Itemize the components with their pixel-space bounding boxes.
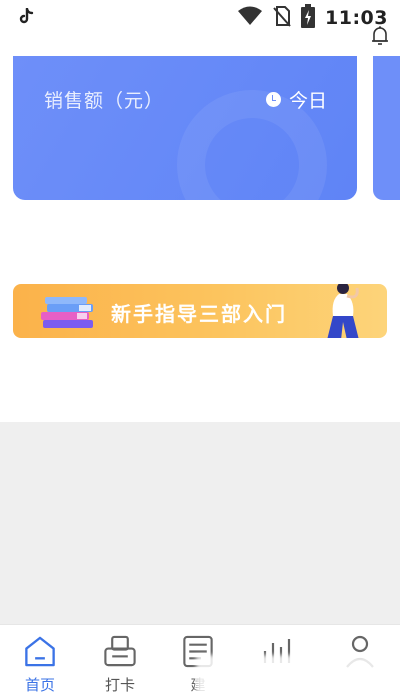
status-bar: 11:03: [0, 0, 400, 36]
battery-charging-icon: [301, 4, 316, 32]
nav-item-home[interactable]: 首页: [10, 633, 70, 695]
next-card-peek[interactable]: [373, 56, 400, 200]
guide-banner[interactable]: 新手指导三部入门: [13, 284, 387, 338]
tiktok-icon: [18, 7, 38, 28]
bell-icon[interactable]: [368, 24, 392, 48]
books-illustration: [41, 297, 93, 328]
nav-label-home: 首页: [24, 676, 55, 694]
clock-icon: [265, 92, 281, 107]
sales-carousel[interactable]: 销售额（元） 今日: [0, 56, 400, 202]
home-icon: [25, 636, 55, 667]
nav-item-clock-in[interactable]: 打卡: [90, 633, 150, 695]
clock-in-printer-icon: [104, 635, 136, 667]
wifi-icon: [237, 6, 263, 30]
person-illustration: [327, 284, 359, 338]
period-label: 今日: [288, 90, 327, 112]
nav-label-clock-in: 打卡: [104, 676, 135, 694]
no-sim-icon: [273, 5, 291, 31]
sales-title: 销售额（元）: [44, 90, 165, 112]
content-background: [0, 422, 400, 624]
period-selector[interactable]: 今日: [265, 86, 327, 113]
obscured-region: [196, 655, 382, 697]
guide-text: 新手指导三部入门: [111, 302, 287, 326]
bottom-nav: 首页 打卡 建: [0, 624, 400, 700]
sales-card[interactable]: 销售额（元） 今日: [13, 56, 357, 200]
